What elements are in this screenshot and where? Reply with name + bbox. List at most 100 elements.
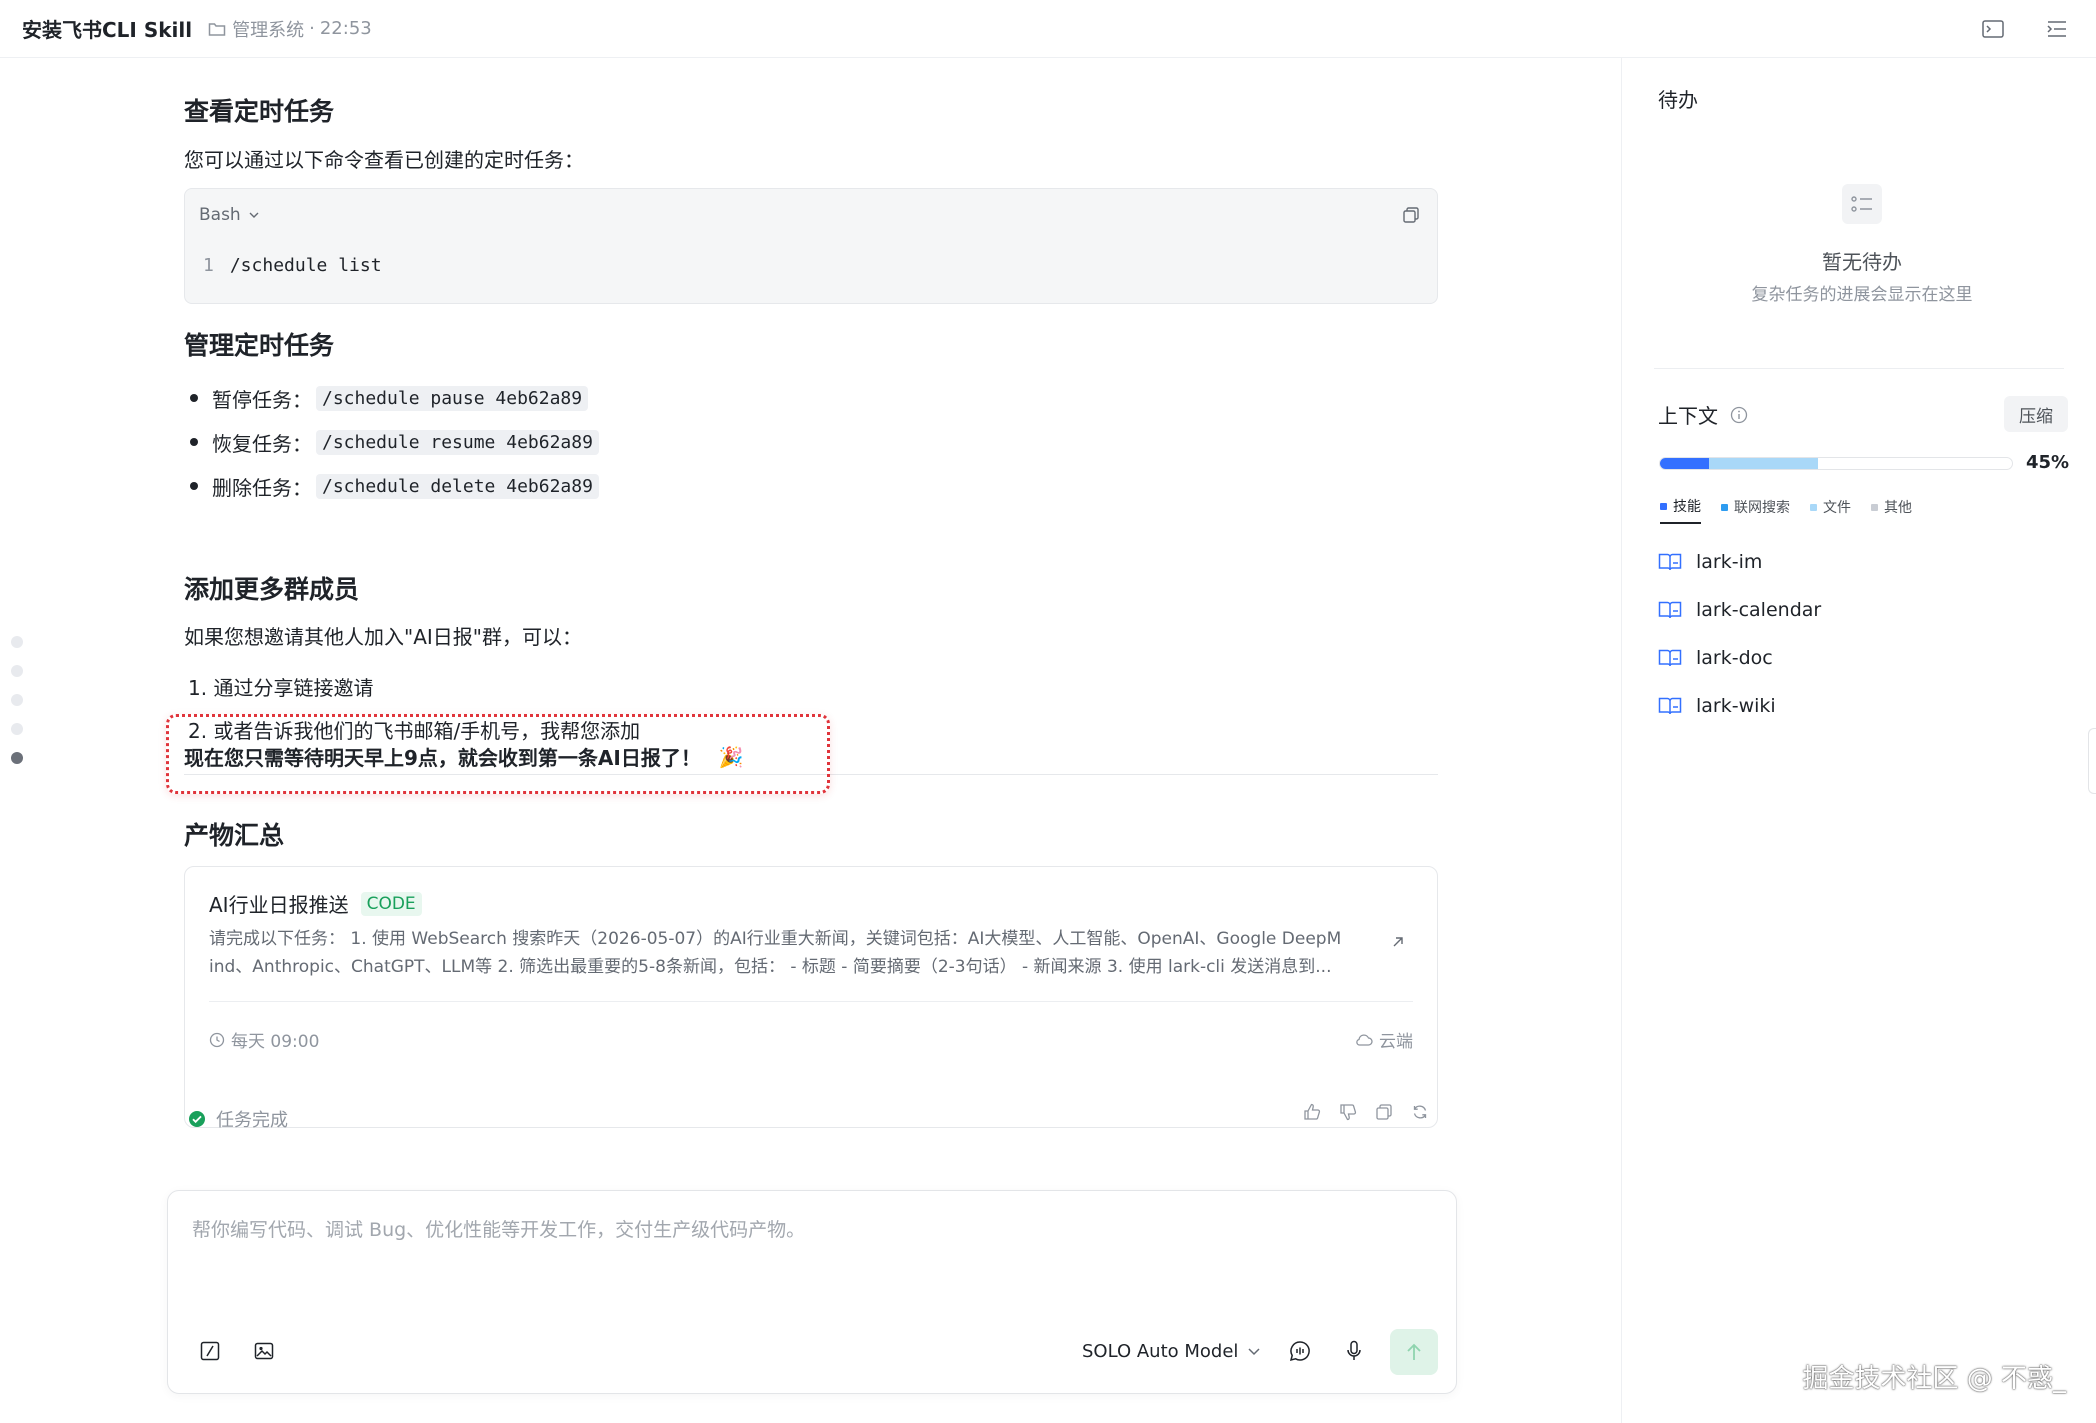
folder-icon: [208, 22, 226, 36]
legend-tab-file[interactable]: 文件: [1810, 496, 1851, 524]
heading-view-tasks: 查看定时任务: [184, 97, 335, 126]
line-number: 1: [203, 255, 214, 276]
section-divider: [1654, 368, 2064, 369]
bullet-label: 暂停任务：: [212, 387, 312, 412]
final-note: 现在您只需等待明天早上9点，就会收到第一条AI日报了！ 🎉: [184, 742, 744, 771]
bullet-list: 暂停任务： /schedule pause 4eb62a89 恢复任务： /sc…: [184, 376, 599, 508]
conversation-time: 22:53: [319, 18, 372, 39]
todo-title: 待办: [1658, 88, 1698, 112]
side-panel: 待办 暂无待办 复杂任务的进展会显示在这里 上下文 压缩 45% 技能 联网搜索…: [1621, 58, 2096, 1423]
check-circle-icon: [189, 1111, 205, 1127]
copy-message-button[interactable]: [1374, 1102, 1394, 1122]
nav-dot[interactable]: [11, 665, 23, 677]
artifact-description-line: 请完成以下任务： 1. 使用 WebSearch 搜索昨天（2026-05-07…: [209, 929, 1342, 949]
list-item: 删除任务： /schedule delete 4eb62a89: [184, 464, 599, 508]
dislike-button[interactable]: [1338, 1102, 1358, 1122]
context-usage-bar: [1659, 457, 2013, 470]
refresh-icon: [1413, 1105, 1427, 1119]
artifact-card[interactable]: AI行业日报推送 CODE 请完成以下任务： 1. 使用 WebSearch 搜…: [184, 866, 1438, 1128]
nav-dot[interactable]: [11, 723, 23, 735]
legend-tab-other[interactable]: 其他: [1871, 496, 1912, 524]
clock-icon: [209, 1032, 225, 1047]
usage-segment-skill: [1660, 458, 1710, 469]
open-artifact-button[interactable]: [1385, 929, 1411, 955]
nav-dot-active[interactable]: [11, 752, 23, 764]
skill-item[interactable]: lark-calendar: [1658, 586, 1821, 634]
like-button[interactable]: [1302, 1102, 1322, 1122]
list-item: 暂停任务： /schedule pause 4eb62a89: [184, 376, 599, 420]
thumbs-up-icon: [1304, 1103, 1321, 1120]
heading-add-members: 添加更多群成员: [184, 575, 360, 604]
nav-dot[interactable]: [11, 694, 23, 706]
code-text: /schedule list: [229, 255, 382, 276]
bullet-label: 恢复任务：: [212, 431, 312, 456]
skill-item[interactable]: lark-doc: [1658, 634, 1821, 682]
conversation-title: 安装飞书CLI Skill: [22, 18, 193, 42]
chat-input-box: SOLO Auto Model: [167, 1190, 1457, 1394]
artifact-description: 请完成以下任务： 1. 使用 WebSearch 搜索昨天（2026-05-07…: [209, 925, 1359, 981]
slash-icon: [200, 1341, 220, 1361]
artifact-title-row: AI行业日报推送 CODE: [209, 889, 422, 918]
skill-item[interactable]: lark-im: [1658, 538, 1821, 586]
attach-image-button[interactable]: [252, 1339, 276, 1363]
project-breadcrumb[interactable]: 管理系统 · 22:53: [208, 16, 372, 42]
copy-icon: [1376, 1104, 1392, 1120]
heading-artifacts: 产物汇总: [184, 821, 285, 850]
schedule-text: 每天 09:00: [231, 1032, 320, 1052]
arrow-up-icon: [1407, 1343, 1421, 1360]
book-icon: [1658, 649, 1682, 667]
top-bar: 安装飞书CLI Skill 管理系统 · 22:53: [0, 0, 2096, 58]
separator: ·: [309, 18, 315, 39]
location-text: 云端: [1379, 1032, 1413, 1052]
thumbs-down-icon: [1340, 1104, 1357, 1121]
regenerate-button[interactable]: [1410, 1102, 1430, 1122]
panel-resize-handle[interactable]: [2088, 728, 2096, 794]
chat-input[interactable]: [192, 1215, 1422, 1295]
terminal-icon: [1982, 20, 2004, 38]
copy-code-button[interactable]: [1399, 203, 1423, 227]
code-language-selector[interactable]: Bash: [199, 205, 259, 225]
arrow-up-right-icon: [1393, 937, 1403, 947]
skill-item[interactable]: lark-wiki: [1658, 682, 1821, 730]
message-actions: [1302, 1102, 1430, 1122]
context-usage-percent: 45%: [2026, 452, 2070, 473]
empty-todo-title: 暂无待办: [1822, 250, 1902, 274]
artifact-description-line: ind、Anthropic、ChatGPT、LLM等 2. 筛选出最重要的5-8…: [209, 957, 1332, 977]
legend-tab-skill[interactable]: 技能: [1660, 496, 1701, 524]
terminal-toggle-button[interactable]: [1976, 12, 2010, 46]
send-button[interactable]: [1390, 1329, 1438, 1375]
artifact-schedule: 每天 09:00: [209, 1027, 319, 1052]
artifact-type-badge: CODE: [360, 891, 422, 916]
book-icon: [1658, 553, 1682, 571]
microphone-button[interactable]: [1342, 1339, 1366, 1363]
bullet-label: 删除任务：: [212, 475, 312, 500]
book-icon: [1658, 601, 1682, 619]
legend-swatch: [1721, 503, 1728, 511]
context-title: 上下文: [1658, 404, 1718, 428]
card-divider: [209, 1001, 1413, 1002]
nav-dot[interactable]: [11, 636, 23, 648]
skill-name: lark-calendar: [1696, 599, 1822, 621]
paragraph-view-tasks: 您可以通过以下命令查看已创建的定时任务：: [184, 148, 584, 172]
list-panel-icon: [2047, 21, 2066, 37]
project-name: 管理系统: [232, 19, 305, 41]
inline-code: /schedule resume 4eb62a89: [316, 429, 599, 455]
inline-code: /schedule pause 4eb62a89: [316, 385, 589, 411]
legend-label: 其他: [1884, 500, 1912, 516]
slash-command-button[interactable]: [198, 1339, 222, 1363]
voice-chat-button[interactable]: [1288, 1339, 1312, 1363]
compress-button[interactable]: 压缩: [2004, 396, 2068, 432]
context-header: 上下文: [1658, 400, 1748, 429]
status-text: 任务完成: [216, 1110, 288, 1131]
legend-label: 文件: [1823, 500, 1851, 516]
heading-manage-tasks: 管理定时任务: [184, 331, 335, 360]
info-icon[interactable]: [1730, 406, 1748, 424]
legend-tab-web-search[interactable]: 联网搜索: [1721, 496, 1790, 524]
microphone-icon: [1347, 1340, 1361, 1360]
usage-segment-web-search: [1709, 458, 1819, 469]
legend-label: 联网搜索: [1734, 500, 1790, 516]
empty-todo-subtitle: 复杂任务的进展会显示在这里: [1751, 285, 1973, 305]
cloud-icon: [1356, 1033, 1373, 1046]
model-selector[interactable]: SOLO Auto Model: [1082, 1341, 1260, 1362]
side-panel-toggle-button[interactable]: [2040, 12, 2074, 46]
